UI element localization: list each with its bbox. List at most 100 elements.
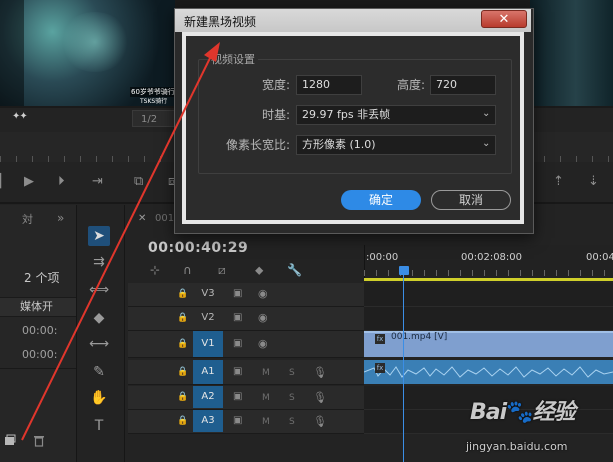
- solo-button[interactable]: S: [289, 417, 295, 427]
- close-button[interactable]: ✕: [481, 10, 527, 28]
- track-lane-v3[interactable]: [364, 283, 613, 307]
- project-row[interactable]: 00:00:: [22, 348, 57, 361]
- playhead-handle[interactable]: [399, 266, 409, 275]
- track-lane-v2[interactable]: [364, 307, 613, 331]
- lock-icon[interactable]: 🔒: [177, 392, 188, 402]
- sync-lock-icon[interactable]: ▣: [233, 312, 242, 323]
- paw-icon: 🐾: [506, 400, 533, 425]
- mute-button[interactable]: M: [262, 368, 270, 378]
- baidu-logo: Bai🐾经验: [470, 394, 576, 426]
- chevron-down-icon[interactable]: ⌄: [482, 108, 490, 119]
- width-label: 宽度:: [261, 78, 290, 92]
- project-tab[interactable]: 対: [22, 211, 33, 227]
- solo-button[interactable]: S: [289, 368, 295, 378]
- sync-lock-icon[interactable]: ▣: [233, 338, 242, 349]
- lift-icon[interactable]: ⇡: [553, 174, 564, 189]
- track-header-v3: [128, 283, 364, 307]
- video-shadow: [0, 0, 24, 106]
- group-title: 视频设置: [208, 51, 258, 67]
- track-label-a3[interactable]: A3: [193, 410, 223, 432]
- lock-icon[interactable]: 🔒: [177, 289, 188, 299]
- panel-overflow-icon[interactable]: »: [57, 211, 64, 225]
- playhead-line: [403, 275, 404, 462]
- mic-icon[interactable]: 🎙: [313, 415, 327, 428]
- track-header-v1: [128, 331, 364, 358]
- step-forward-icon[interactable]: ⏵: [58, 174, 65, 189]
- slip-tool-icon[interactable]: ⟷: [88, 334, 110, 354]
- razor-tool-icon[interactable]: ◆: [88, 308, 110, 328]
- height-label: 高度:: [396, 78, 425, 92]
- nest-icon[interactable]: ⊹: [150, 263, 160, 277]
- pen-tool-icon[interactable]: ✎: [88, 362, 110, 382]
- audio-clip[interactable]: [364, 360, 613, 384]
- video-subtitle-line2: TSKS骑行: [140, 98, 168, 105]
- ripple-edit-tool-icon[interactable]: ⟺: [88, 280, 110, 300]
- media-start-column[interactable]: 媒体开: [20, 298, 53, 314]
- type-tool-icon[interactable]: T: [88, 416, 110, 436]
- track-header-v2: [128, 307, 364, 331]
- project-row[interactable]: 00:00:: [22, 324, 57, 337]
- extract-icon[interactable]: ⇣: [588, 174, 599, 189]
- project-item-count: 2 个项: [24, 271, 60, 285]
- insert-icon[interactable]: ⧉: [134, 174, 143, 189]
- ok-button[interactable]: 确定: [341, 190, 421, 210]
- width-field[interactable]: 1280: [296, 75, 362, 95]
- video-preview-right: [530, 0, 613, 106]
- add-marker-icon[interactable]: ⬥: [255, 263, 263, 278]
- track-label-v2[interactable]: V2: [193, 307, 223, 329]
- track-label-a1[interactable]: A1: [193, 360, 223, 384]
- go-to-out-icon[interactable]: ⇥: [92, 174, 103, 189]
- step-back-icon[interactable]: ▏: [0, 174, 10, 189]
- logo-text: Bai: [470, 400, 507, 425]
- snap-icon[interactable]: ∩: [183, 263, 192, 277]
- mute-button[interactable]: M: [262, 393, 270, 403]
- new-item-icon[interactable]: [4, 434, 16, 446]
- sync-lock-icon[interactable]: ▣: [233, 288, 242, 299]
- mic-icon[interactable]: 🎙: [313, 391, 327, 404]
- timebase-label: 时基:: [261, 108, 290, 122]
- play-icon[interactable]: ▶: [24, 174, 34, 189]
- work-area-bar[interactable]: [364, 278, 613, 281]
- sync-lock-icon[interactable]: ▣: [233, 366, 242, 377]
- wrench-icon[interactable]: 🔧: [287, 263, 302, 277]
- eye-icon[interactable]: ◉: [258, 337, 268, 350]
- track-label-v3[interactable]: V3: [193, 283, 223, 305]
- cancel-button[interactable]: 取消: [431, 190, 511, 210]
- ruler-label: 00:04: [586, 252, 613, 263]
- divider: [0, 368, 76, 369]
- video-clip-name: 001.mp4 [V]: [391, 332, 448, 342]
- sequence-tab[interactable]: 001: [155, 213, 174, 224]
- mute-button[interactable]: M: [262, 417, 270, 427]
- chevron-down-icon[interactable]: ⌄: [482, 138, 490, 149]
- eye-icon[interactable]: ◉: [258, 287, 268, 300]
- lock-icon[interactable]: 🔒: [177, 367, 188, 377]
- audio-waveform: [364, 366, 613, 378]
- hand-tool-icon[interactable]: ✋: [88, 388, 110, 408]
- mic-icon[interactable]: 🎙: [313, 366, 327, 379]
- sync-lock-icon[interactable]: ▣: [233, 391, 242, 402]
- ruler-label: 00:02:08:00: [461, 252, 523, 263]
- track-label-a2[interactable]: A2: [193, 386, 223, 408]
- logo-text-b: 经验: [532, 400, 576, 425]
- close-tab-icon[interactable]: ✕: [138, 213, 146, 224]
- watermark-site: jingyan.baidu.com: [466, 440, 568, 453]
- pixel-aspect-label: 像素长宽比:: [225, 138, 290, 152]
- selection-tool-icon[interactable]: ➤: [88, 226, 110, 246]
- playhead-timecode[interactable]: 00:00:40:29: [148, 240, 248, 256]
- lock-icon[interactable]: 🔒: [177, 416, 188, 426]
- pixel-aspect-select[interactable]: 方形像素 (1.0): [296, 135, 496, 155]
- lock-icon[interactable]: 🔒: [177, 339, 188, 349]
- trash-icon[interactable]: [33, 434, 45, 447]
- fx-badge-icon: fx: [375, 363, 385, 373]
- linked-select-icon[interactable]: ⧄: [218, 263, 226, 278]
- solo-button[interactable]: S: [289, 393, 295, 403]
- timebase-select[interactable]: 29.97 fps 非丢帧: [296, 105, 496, 125]
- ruler-label: :00:00: [366, 252, 399, 263]
- track-label-v1[interactable]: V1: [193, 331, 223, 357]
- playback-settings-icon[interactable]: ✦✦: [12, 111, 28, 122]
- height-field[interactable]: 720: [430, 75, 496, 95]
- eye-icon[interactable]: ◉: [258, 311, 268, 324]
- sync-lock-icon[interactable]: ▣: [233, 415, 242, 426]
- track-select-tool-icon[interactable]: ⇉: [88, 252, 110, 272]
- lock-icon[interactable]: 🔒: [177, 313, 188, 323]
